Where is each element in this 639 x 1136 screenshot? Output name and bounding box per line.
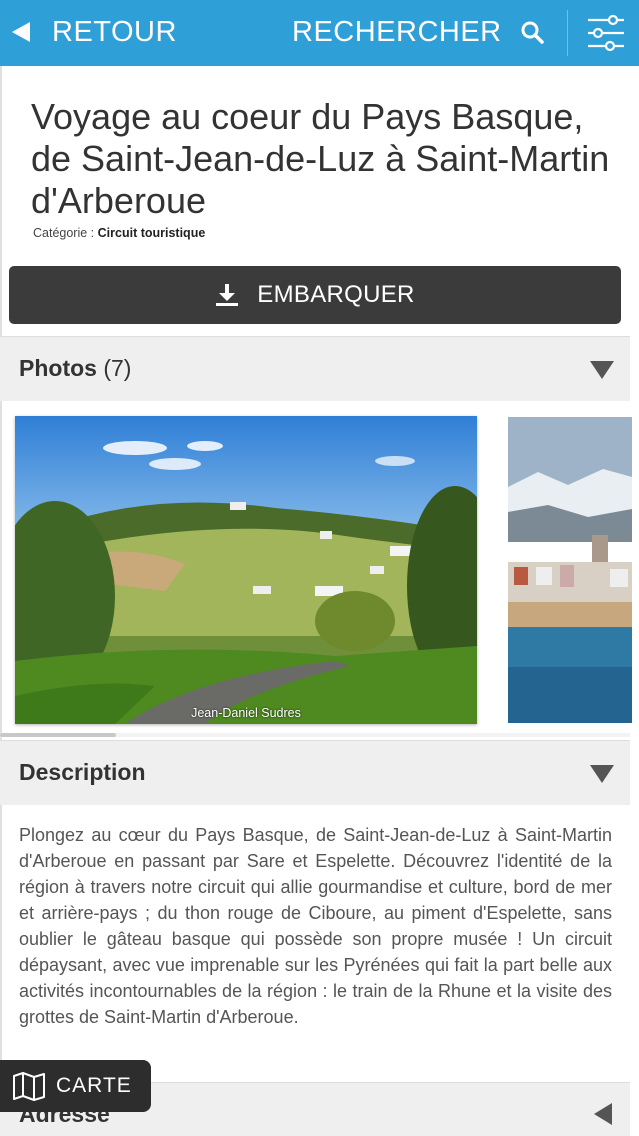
photo-item[interactable] <box>508 417 632 723</box>
description-text: Plongez au cœur du Pays Basque, de Saint… <box>19 825 612 1027</box>
expand-arrow-icon <box>594 1103 612 1125</box>
photo-scroll-thumb[interactable] <box>0 733 116 737</box>
countryside-photo-image <box>15 416 477 724</box>
search-label: RECHERCHER <box>292 15 502 48</box>
download-icon <box>216 284 239 306</box>
photo-item[interactable]: Jean-Daniel Sudres <box>15 416 477 724</box>
photos-section-header[interactable]: Photos (7) <box>0 336 630 401</box>
photos-count: (7) <box>103 355 132 381</box>
filter-settings-icon[interactable] <box>586 14 626 52</box>
poi-title-line: Voyage au coeur du Pays Basque, <box>31 96 584 137</box>
map-label: CARTE <box>56 1074 132 1097</box>
back-button[interactable]: RETOUR <box>12 14 177 50</box>
collapse-arrow-icon <box>590 361 614 379</box>
poi-category: Catégorie : Circuit touristique <box>33 226 205 240</box>
photo-credit: Jean-Daniel Sudres <box>191 706 301 720</box>
back-label: RETOUR <box>52 15 177 48</box>
category-value: Circuit touristique <box>97 226 206 240</box>
collapse-arrow-icon <box>590 765 614 783</box>
photos-label: Photos (7) <box>19 355 132 381</box>
poi-title-line: d'Arberoue <box>31 180 206 221</box>
description-section-header[interactable]: Description <box>0 740 630 805</box>
search-icon <box>521 21 544 44</box>
poi-title-line: de Saint-Jean-de-Luz à Saint-Martin <box>31 138 610 179</box>
category-prefix: Catégorie : <box>33 226 95 240</box>
topbar-divider <box>567 10 568 56</box>
embark-button[interactable]: EMBARQUER <box>9 266 621 324</box>
back-arrow-icon <box>12 22 30 42</box>
map-icon <box>13 1072 45 1101</box>
seaside-photo-image <box>508 417 632 723</box>
search-button[interactable]: RECHERCHER <box>292 14 544 50</box>
top-bar: RETOUR RECHERCHER <box>0 0 639 66</box>
poi-title: Voyage au coeur du Pays Basque, de Saint… <box>31 96 631 222</box>
poi-detail: Voyage au coeur du Pays Basque, de Saint… <box>0 66 639 1136</box>
embark-label: EMBARQUER <box>257 281 415 308</box>
description-label: Description <box>19 759 146 785</box>
map-button[interactable]: CARTE <box>0 1060 151 1112</box>
